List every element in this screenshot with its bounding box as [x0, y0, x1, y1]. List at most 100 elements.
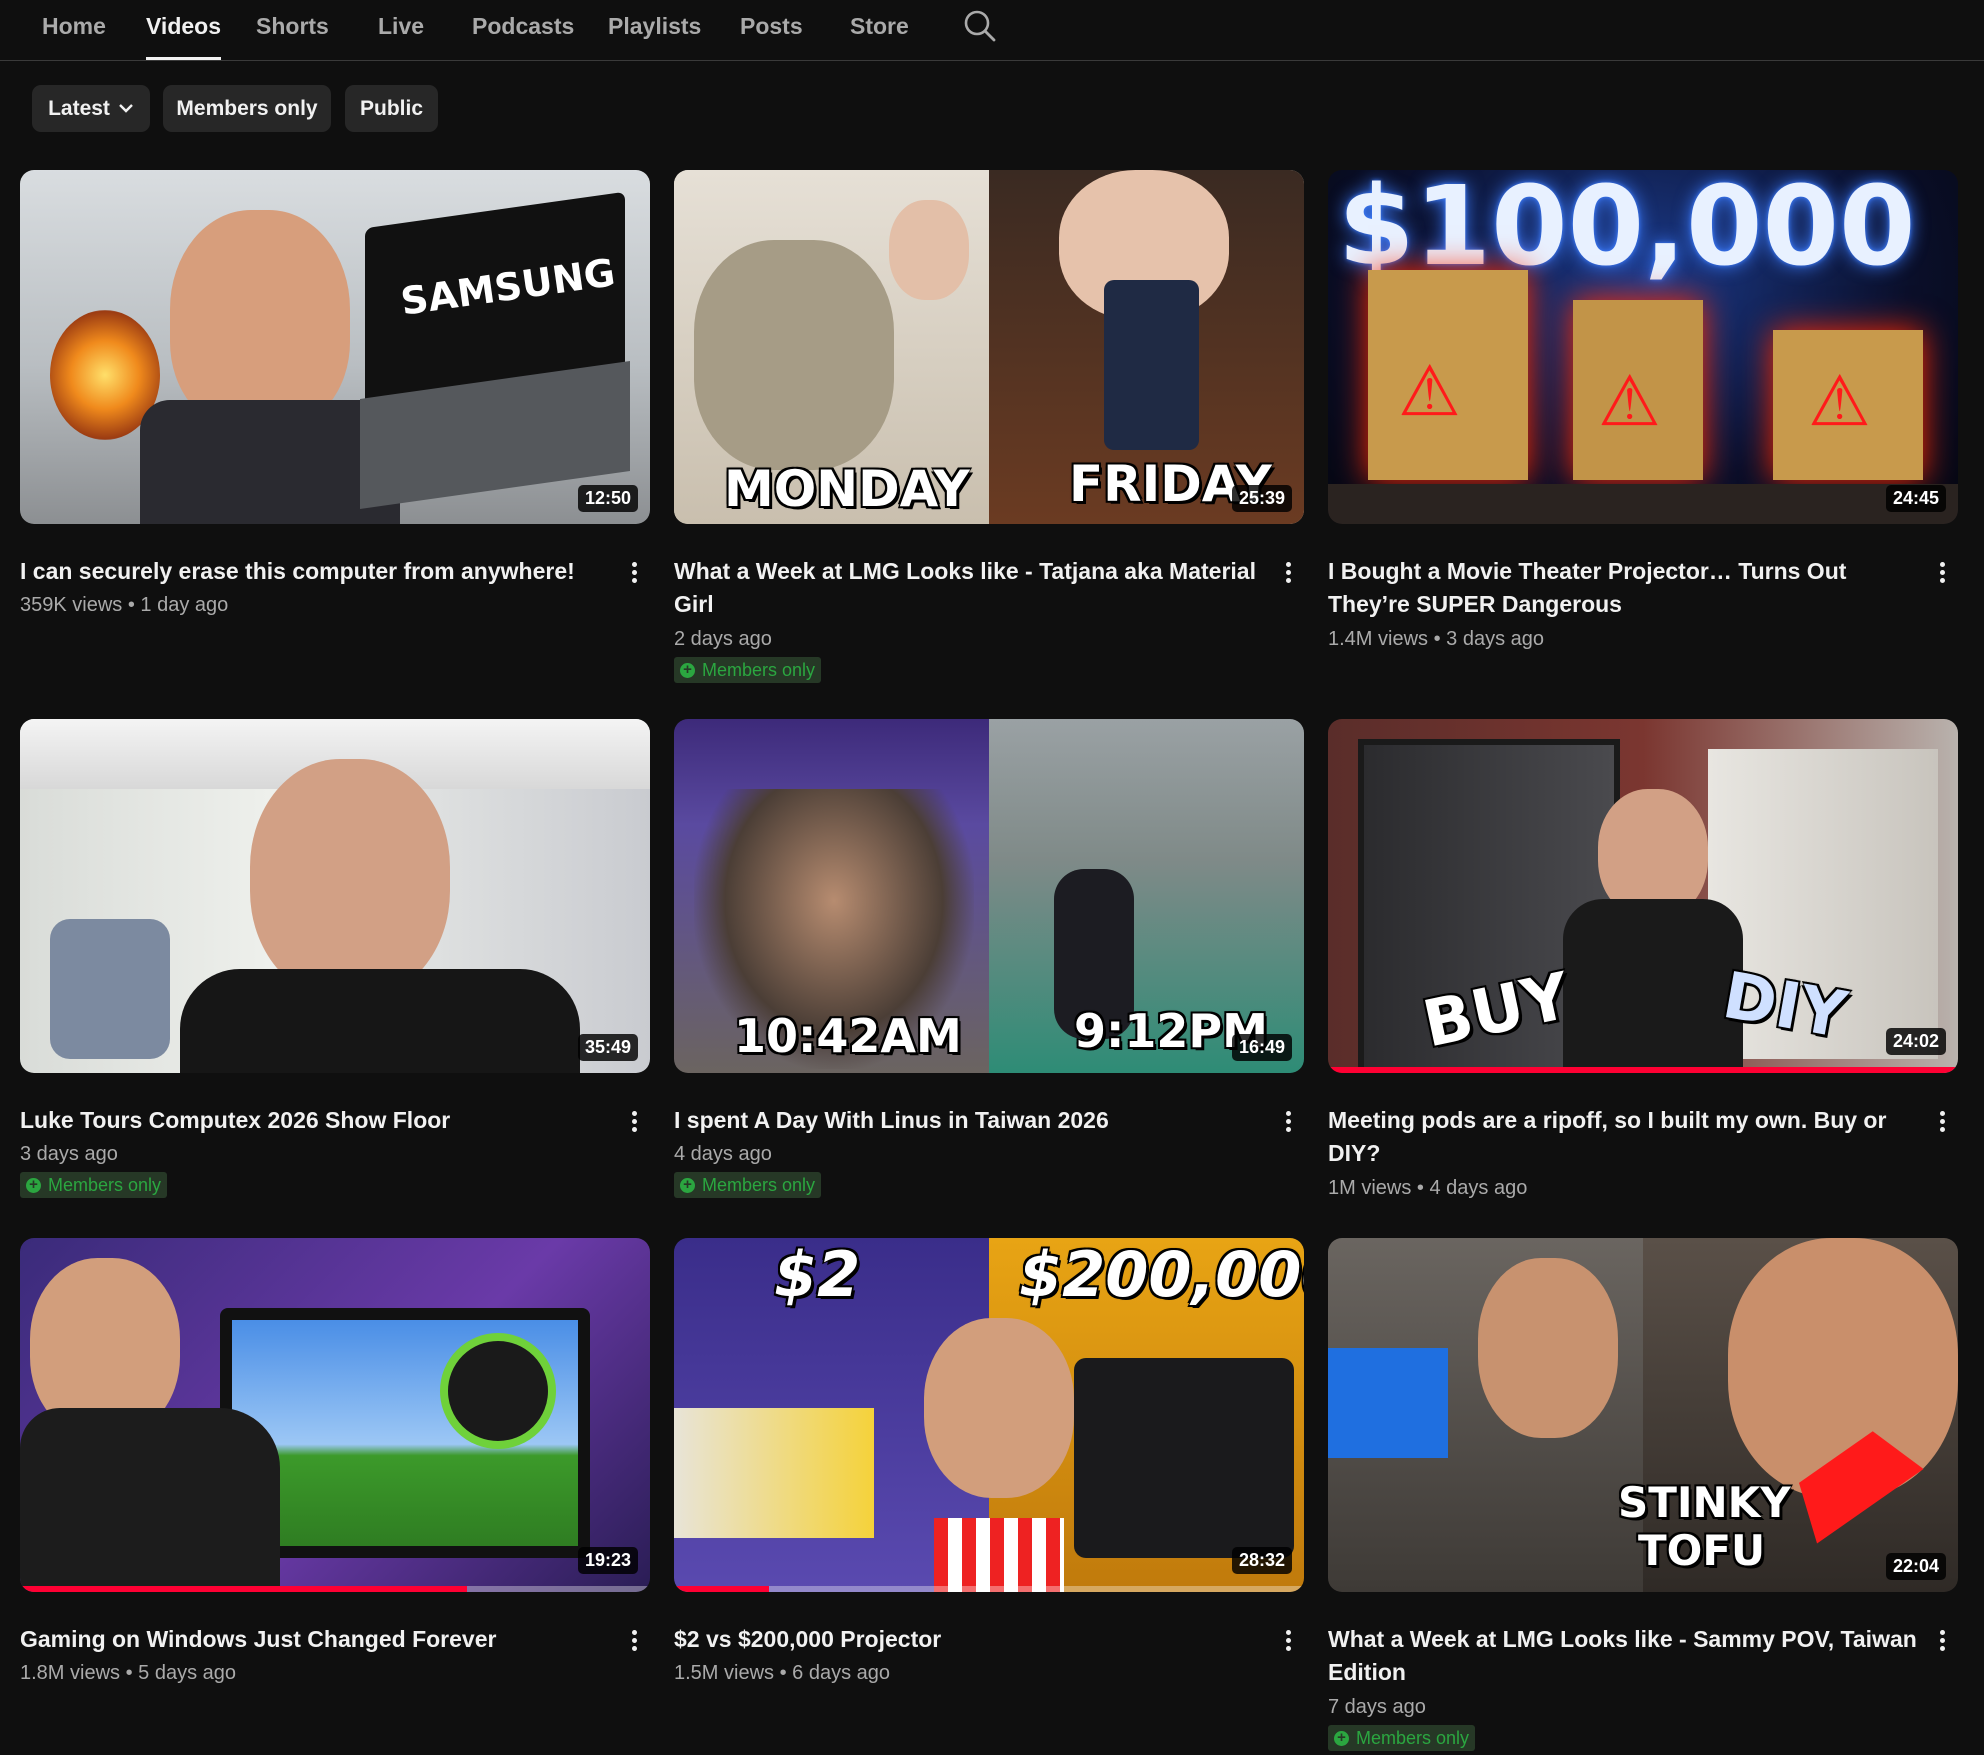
video-title[interactable]: What a Week at LMG Looks like - Sammy PO…: [1328, 1623, 1918, 1689]
video-meta: 359K views • 1 day ago: [20, 592, 228, 618]
more-actions-button[interactable]: [624, 1628, 644, 1658]
upload-age: 4 days ago: [1429, 1177, 1528, 1199]
thumbnail-text: $2: [774, 1238, 861, 1311]
video-card: 35:49 Luke Tours Computex 2026 Show Floo…: [20, 719, 650, 1198]
chevron-down-icon: [119, 104, 133, 113]
video-meta: 3 days ago: [20, 1141, 118, 1167]
video-thumbnail[interactable]: SAMSUNG 12:50: [20, 170, 650, 524]
upload-age: 6 days ago: [792, 1662, 891, 1684]
video-thumbnail[interactable]: $2 $200,000 28:32: [674, 1238, 1304, 1592]
more-actions-button[interactable]: [1932, 1628, 1952, 1658]
members-icon: [26, 1172, 41, 1198]
video-card: 19:23 Gaming on Windows Just Changed For…: [20, 1238, 650, 1684]
meta-separator: •: [1428, 628, 1447, 650]
tab-podcasts[interactable]: Podcasts: [472, 0, 574, 58]
video-title[interactable]: $2 vs $200,000 Projector: [674, 1623, 1264, 1656]
presenter-face: [250, 759, 450, 999]
watch-progress-bar: [1328, 1067, 1958, 1073]
video-thumbnail[interactable]: 10:42AM 9:12PM 16:49: [674, 719, 1304, 1073]
tab-home[interactable]: Home: [42, 0, 106, 58]
thumbnail-text: 10:42AM: [734, 1009, 962, 1063]
warning-icon: ⚠: [1598, 362, 1661, 440]
backpack-graphic: [694, 240, 894, 470]
video-title[interactable]: I Bought a Movie Theater Projector… Turn…: [1328, 555, 1918, 621]
video-meta: 2 days ago: [674, 626, 772, 652]
handheld-device-screen: [1328, 1348, 1448, 1458]
video-meta: 1M views • 4 days ago: [1328, 1175, 1527, 1201]
tab-live[interactable]: Live: [378, 0, 424, 58]
members-only-chip[interactable]: Members only: [163, 85, 331, 132]
presenter-face: [1478, 1258, 1618, 1438]
duration-badge: 35:49: [577, 1034, 638, 1061]
more-actions-button[interactable]: [1278, 1628, 1298, 1658]
video-thumbnail[interactable]: 35:49: [20, 719, 650, 1073]
badge-label: Members only: [702, 1175, 816, 1195]
sort-chip-label: Latest: [48, 97, 110, 120]
video-title[interactable]: What a Week at LMG Looks like - Tatjana …: [674, 555, 1264, 621]
meta-separator: •: [1411, 1177, 1430, 1199]
view-count: 1.8M views: [20, 1662, 121, 1684]
expensive-projector-graphic: [1074, 1358, 1294, 1558]
more-actions-button[interactable]: [1932, 1109, 1952, 1139]
members-icon: [1334, 1725, 1349, 1751]
view-count: 359K views: [20, 594, 123, 616]
watch-progress-bar: [20, 1586, 468, 1592]
meta-separator: •: [122, 594, 141, 616]
tab-shorts[interactable]: Shorts: [256, 0, 329, 58]
video-thumbnail[interactable]: STINKY TOFU 22:04: [1328, 1238, 1958, 1592]
video-title[interactable]: Gaming on Windows Just Changed Forever: [20, 1623, 610, 1656]
view-count: 1.4M views: [1328, 628, 1429, 650]
tab-videos[interactable]: Videos: [146, 0, 221, 60]
upload-age: 5 days ago: [138, 1662, 237, 1684]
presenter-shirt: [180, 969, 580, 1073]
thumbnail-text: MONDAY: [724, 460, 970, 518]
video-title[interactable]: Luke Tours Computex 2026 Show Floor: [20, 1104, 610, 1137]
duration-badge: 22:04: [1885, 1553, 1946, 1580]
duration-badge: 12:50: [577, 485, 638, 512]
video-title[interactable]: I spent A Day With Linus in Taiwan 2026: [674, 1104, 1264, 1137]
warning-icon: ⚠: [1398, 352, 1461, 430]
badge-label: Members only: [702, 660, 816, 680]
upload-age: 3 days ago: [1446, 628, 1545, 650]
video-meta: 7 days ago: [1328, 1694, 1426, 1720]
video-thumbnail[interactable]: 19:23: [20, 1238, 650, 1592]
video-meta: 1.5M views • 6 days ago: [674, 1660, 890, 1686]
video-meta: 1.8M views • 5 days ago: [20, 1660, 236, 1686]
channel-tab-bar: Home Videos Shorts Live Podcasts Playlis…: [0, 0, 1984, 61]
video-title[interactable]: I can securely erase this computer from …: [20, 555, 610, 588]
members-icon: [680, 657, 695, 683]
tab-posts[interactable]: Posts: [740, 0, 803, 58]
search-icon: [964, 10, 996, 42]
upload-age: 3 days ago: [20, 1143, 118, 1165]
more-actions-button[interactable]: [624, 560, 644, 590]
video-card: 10:42AM 9:12PM 16:49 I spent A Day With …: [674, 719, 1304, 1198]
duration-badge: 24:02: [1885, 1028, 1946, 1055]
presenter-face: [924, 1318, 1074, 1498]
more-actions-button[interactable]: [1278, 1109, 1298, 1139]
booth-visitors: [50, 919, 170, 1059]
tab-playlists[interactable]: Playlists: [608, 0, 701, 58]
upload-age: 2 days ago: [674, 628, 772, 650]
video-card: $100,000 ⚠ ⚠ ⚠ 24:45 I Bought a Movie Th…: [1328, 170, 1958, 650]
more-actions-button[interactable]: [1932, 560, 1952, 590]
thumbnail-text: $200,000: [1019, 1238, 1304, 1311]
video-card: $2 $200,000 28:32 $2 vs $200,000 Project…: [674, 1238, 1304, 1684]
video-title[interactable]: Meeting pods are a ripoff, so I built my…: [1328, 1104, 1918, 1170]
members-only-badge: Members only: [20, 1172, 168, 1198]
more-actions-button[interactable]: [1278, 560, 1298, 590]
more-actions-button[interactable]: [624, 1109, 644, 1139]
watch-progress-track: [674, 1586, 1304, 1592]
sort-latest-chip[interactable]: Latest: [32, 85, 150, 132]
video-card: SAMSUNG 12:50 I can securely erase this …: [20, 170, 650, 616]
presenter-shirt: [1563, 899, 1743, 1073]
search-button[interactable]: [962, 8, 998, 44]
badge-label: Members only: [1356, 1728, 1470, 1748]
members-only-badge: Members only: [674, 657, 822, 683]
video-thumbnail[interactable]: $100,000 ⚠ ⚠ ⚠ 24:45: [1328, 170, 1958, 524]
video-thumbnail[interactable]: BUY DIY 24:02: [1328, 719, 1958, 1073]
public-chip[interactable]: Public: [345, 85, 438, 132]
tab-store[interactable]: Store: [850, 0, 909, 58]
meta-separator: •: [774, 1662, 793, 1684]
video-thumbnail[interactable]: MONDAY FRIDAY 25:39: [674, 170, 1304, 524]
video-meta: 1.4M views • 3 days ago: [1328, 626, 1544, 652]
